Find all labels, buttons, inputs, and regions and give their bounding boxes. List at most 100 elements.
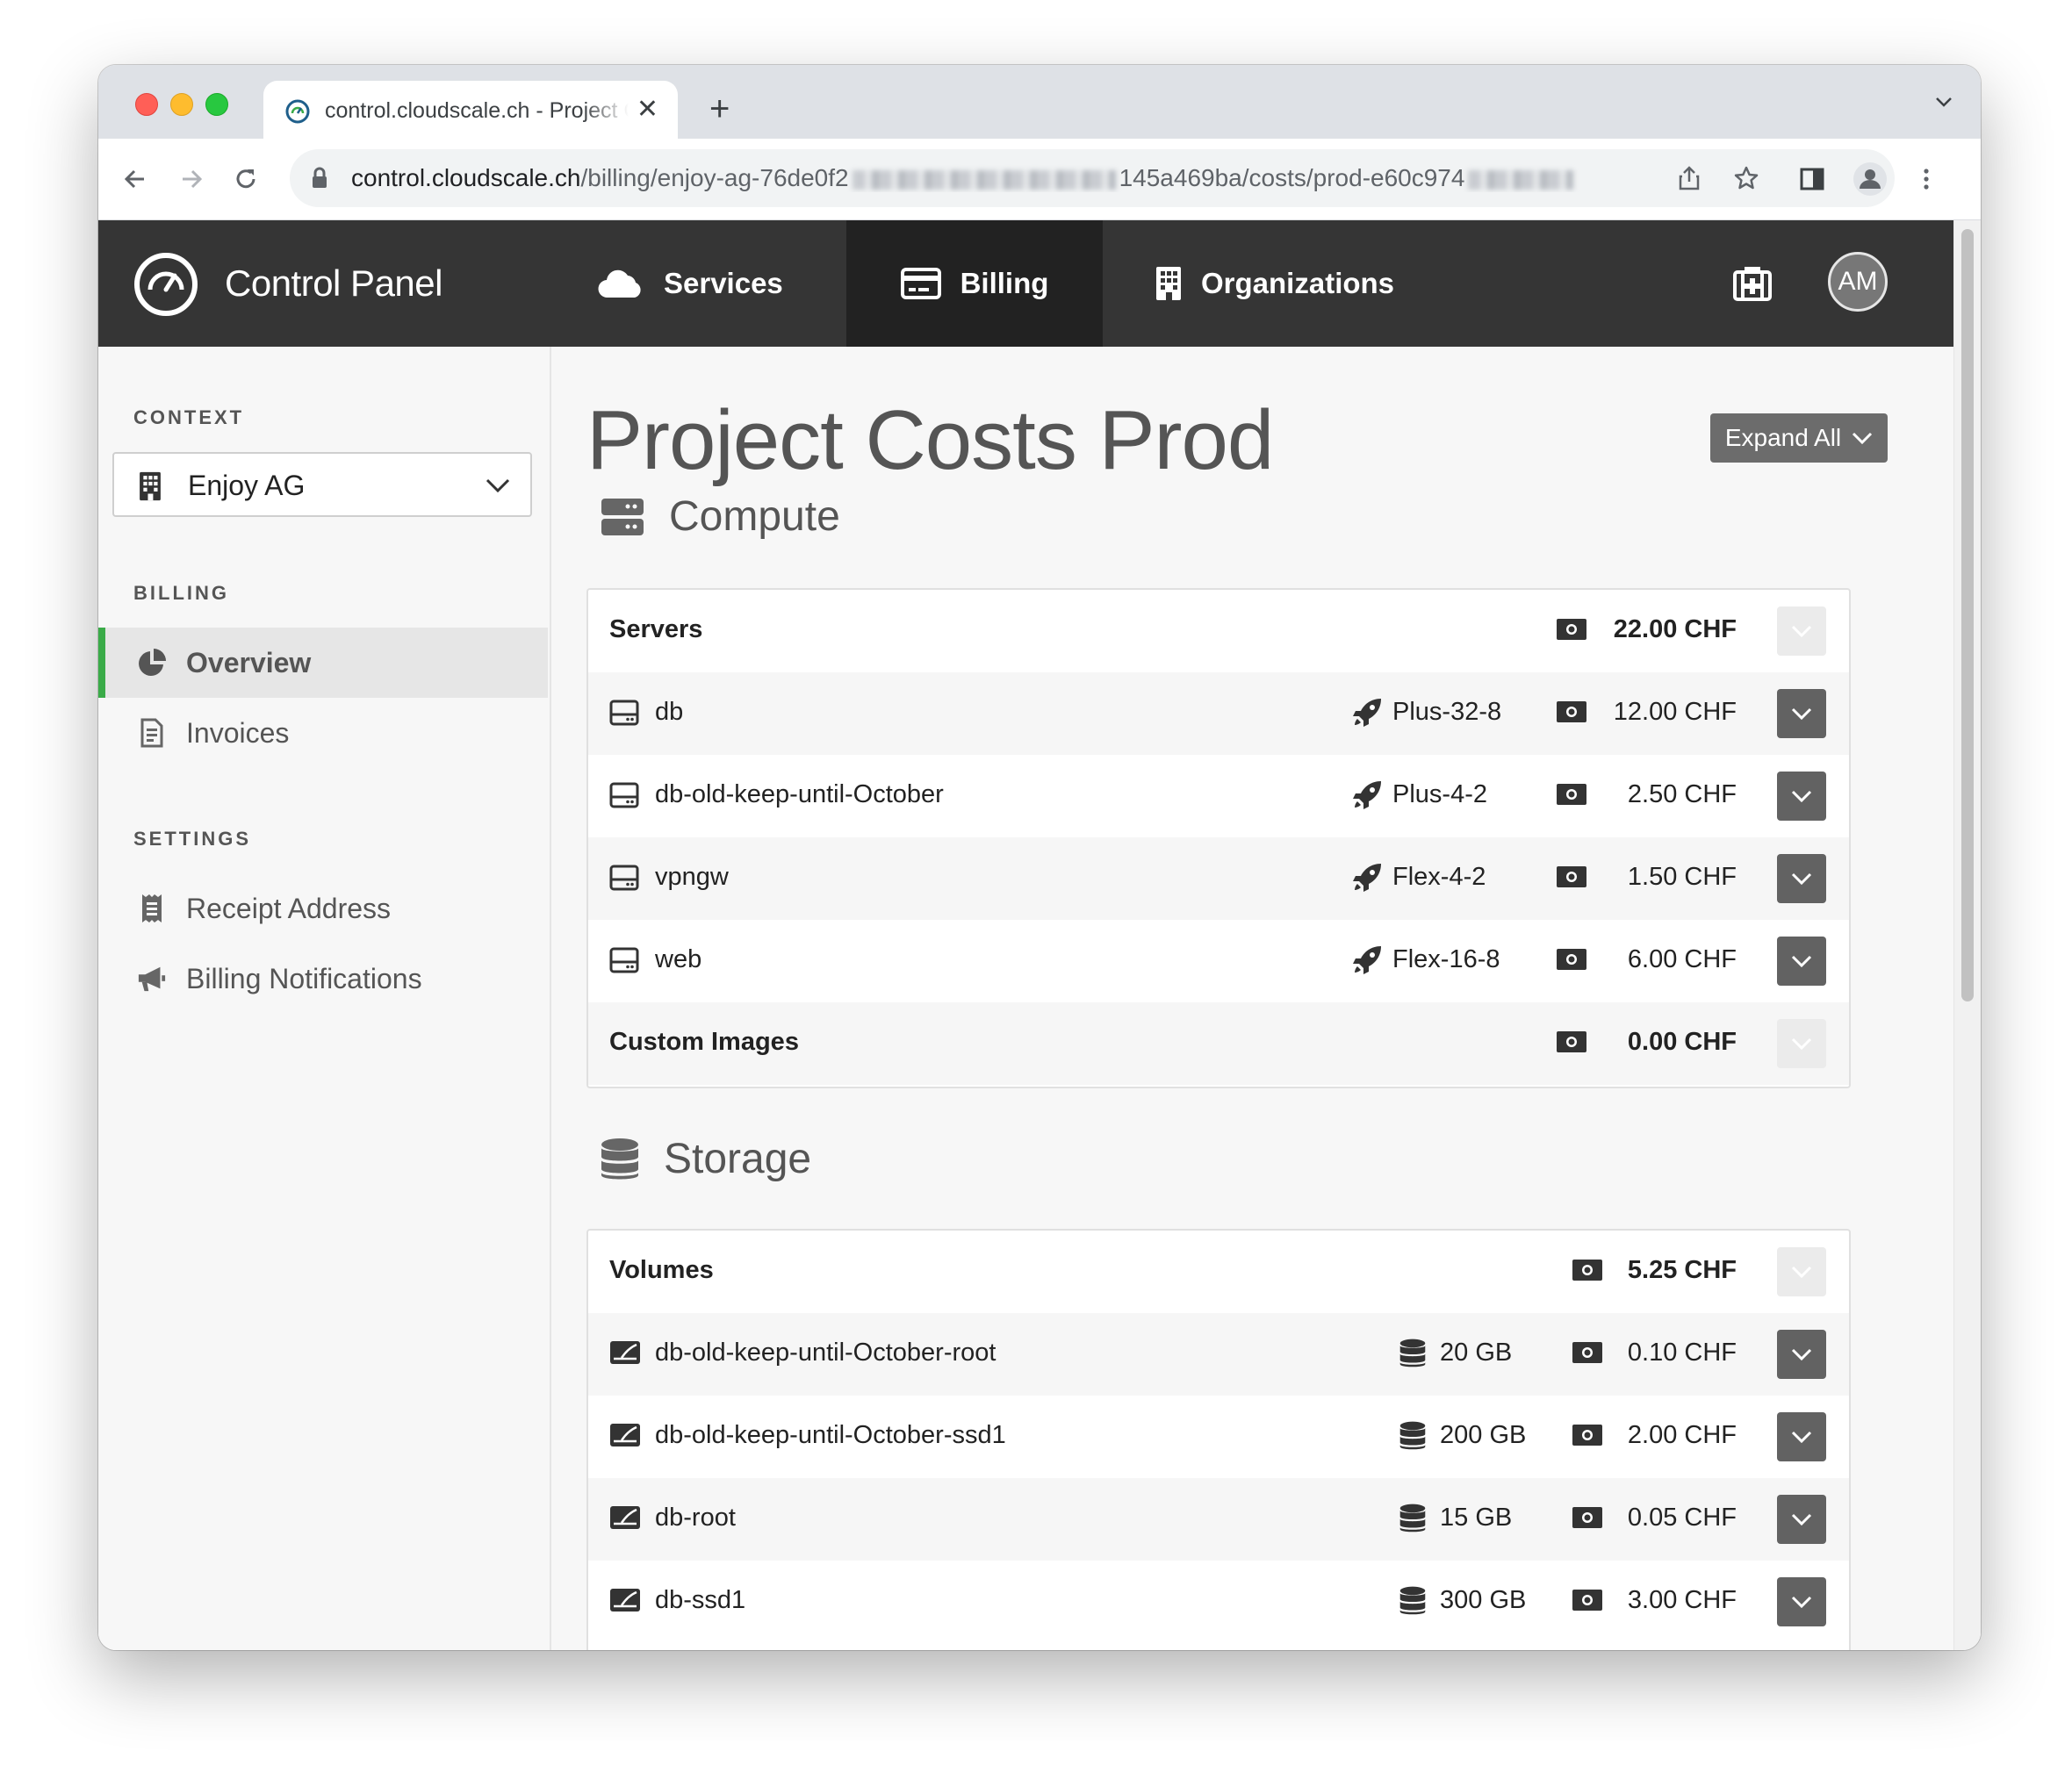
money-bill-icon [1557, 949, 1586, 970]
nav-billing[interactable]: Billing [846, 220, 1103, 347]
chart-pie-icon [139, 649, 166, 676]
support-medkit-icon[interactable] [1733, 266, 1772, 301]
browser-tab[interactable]: control.cloudscale.ch - Project Costs Pr… [263, 81, 678, 139]
toggle-button[interactable] [1777, 772, 1826, 821]
expand-all-button[interactable]: Expand All [1710, 413, 1888, 463]
browser-window: control.cloudscale.ch - Project Costs Pr… [98, 65, 1981, 1650]
chevron-down-icon [1791, 1266, 1812, 1279]
money-bill-icon [1572, 1425, 1602, 1446]
scrollbar-thumb[interactable] [1961, 229, 1974, 1001]
chevron-down-icon [1853, 432, 1873, 445]
more-menu-icon[interactable] [1912, 165, 1940, 193]
compute-panel: Servers 22.00 CHF db Plus-32-8 12.00 CHF [586, 588, 1851, 1088]
volume-drive-icon [610, 1424, 640, 1446]
cloud-icon [598, 269, 641, 298]
credit-card-icon [900, 268, 941, 299]
building-icon [1156, 267, 1181, 300]
page-title: Project Costs Prod [586, 393, 1274, 487]
cloudscale-favicon-icon [285, 99, 310, 124]
volumes-label: Volumes [609, 1256, 714, 1284]
storage-panel: Volumes 5.25 CHF db-old-keep-until-Octob… [586, 1229, 1851, 1650]
hdd-icon [609, 782, 639, 808]
toggle-button[interactable] [1777, 1247, 1826, 1296]
tab-close-icon[interactable]: ✕ [637, 97, 658, 123]
settings-heading: SETTINGS [133, 828, 252, 850]
tab-title: control.cloudscale.ch - Project Costs Pr… [325, 98, 629, 123]
toggle-button[interactable] [1777, 1495, 1826, 1544]
nav-services[interactable]: Services [597, 220, 818, 347]
volume-row: db-old-keep-until-October-root 20 GB 0.1… [588, 1313, 1849, 1396]
volumes-summary-row: Volumes 5.25 CHF [588, 1231, 1849, 1313]
sidebar-item-invoices[interactable]: Invoices [98, 698, 548, 768]
toggle-button[interactable] [1777, 1412, 1826, 1461]
volume-drive-icon [610, 1589, 640, 1611]
page-scrollbar[interactable] [1953, 220, 1981, 1650]
chevron-down-icon [1791, 625, 1812, 638]
money-bill-icon [1557, 1031, 1586, 1052]
building-icon [140, 471, 161, 501]
custom-images-label: Custom Images [609, 1028, 799, 1056]
toggle-button[interactable] [1777, 689, 1826, 738]
toggle-button[interactable] [1777, 1019, 1826, 1068]
rocket-icon [1353, 946, 1381, 974]
volumes-total: 5.25 CHF [1627, 1256, 1737, 1284]
nav-organizations[interactable]: Organizations [1155, 220, 1394, 347]
server-icon [601, 498, 644, 535]
money-bill-icon [1557, 784, 1586, 805]
server-row: vpngw Flex-4-2 1.50 CHF [588, 837, 1849, 920]
toggle-button[interactable] [1777, 937, 1826, 986]
browser-toolbar: control.cloudscale.ch/billing/enjoy-ag-7… [98, 139, 1981, 220]
toggle-button[interactable] [1777, 607, 1826, 656]
toggle-button[interactable] [1777, 1330, 1826, 1379]
zoom-window-button[interactable] [205, 93, 228, 116]
volume-drive-icon [610, 1506, 640, 1529]
volume-row: db-root 15 GB 0.05 CHF [588, 1478, 1849, 1561]
close-window-button[interactable] [135, 93, 158, 116]
bookmark-star-icon[interactable] [1733, 165, 1759, 191]
database-icon [1399, 1421, 1426, 1450]
back-arrow-icon[interactable] [121, 165, 149, 193]
user-avatar[interactable]: AM [1828, 252, 1888, 312]
tab-strip: control.cloudscale.ch - Project Costs Pr… [98, 65, 1981, 139]
context-select[interactable]: Enjoy AG [112, 452, 532, 517]
custom-images-summary-row: Custom Images 0.00 CHF [588, 1002, 1849, 1085]
minimize-window-button[interactable] [170, 93, 193, 116]
custom-images-total: 0.00 CHF [1627, 1028, 1737, 1056]
profile-icon[interactable] [1853, 162, 1888, 197]
context-value: Enjoy AG [188, 470, 306, 501]
chevron-down-icon [1791, 1037, 1812, 1051]
rocket-icon [1353, 781, 1381, 809]
tab-search-chevron-icon[interactable] [1933, 91, 1954, 112]
hdd-icon [609, 865, 639, 891]
side-panel-icon[interactable] [1798, 165, 1826, 193]
gauge-logo-icon[interactable] [133, 252, 198, 317]
toggle-button[interactable] [1777, 854, 1826, 903]
new-tab-icon[interactable]: + [709, 91, 730, 126]
server-row: web Flex-16-8 6.00 CHF [588, 920, 1849, 1002]
database-icon [601, 1138, 638, 1179]
address-bar[interactable]: control.cloudscale.ch/billing/enjoy-ag-7… [290, 149, 1895, 207]
database-icon [1399, 1586, 1426, 1615]
toggle-button[interactable] [1777, 1577, 1826, 1626]
sidebar-item-receipt-address[interactable]: Receipt Address [98, 873, 548, 944]
url-text: control.cloudscale.ch/billing/enjoy-ag-7… [351, 164, 1721, 192]
chevron-down-icon [1791, 955, 1812, 968]
app-navbar: Control Panel Services Billing Organizat… [98, 220, 1954, 347]
storage-heading: Storage [601, 1135, 811, 1183]
forward-arrow-icon[interactable] [177, 165, 205, 193]
database-icon [1399, 1504, 1426, 1533]
reload-icon[interactable] [232, 165, 260, 193]
rocket-icon [1353, 699, 1381, 727]
page: Control Panel Services Billing Organizat… [98, 220, 1981, 1650]
share-icon[interactable] [1677, 165, 1701, 191]
hdd-icon [609, 947, 639, 973]
chevron-down-icon [1791, 1348, 1812, 1361]
chevron-down-icon [1791, 1513, 1812, 1526]
chevron-down-icon [1791, 790, 1812, 803]
sidebar-item-billing-notifications[interactable]: Billing Notifications [98, 944, 548, 1014]
main-content: Project Costs Prod Expand All Compute Se… [550, 347, 1954, 1650]
sidebar-item-overview[interactable]: Overview [98, 628, 548, 698]
compute-heading: Compute [601, 492, 840, 541]
bullhorn-icon [138, 966, 166, 992]
brand-name[interactable]: Control Panel [225, 262, 442, 305]
